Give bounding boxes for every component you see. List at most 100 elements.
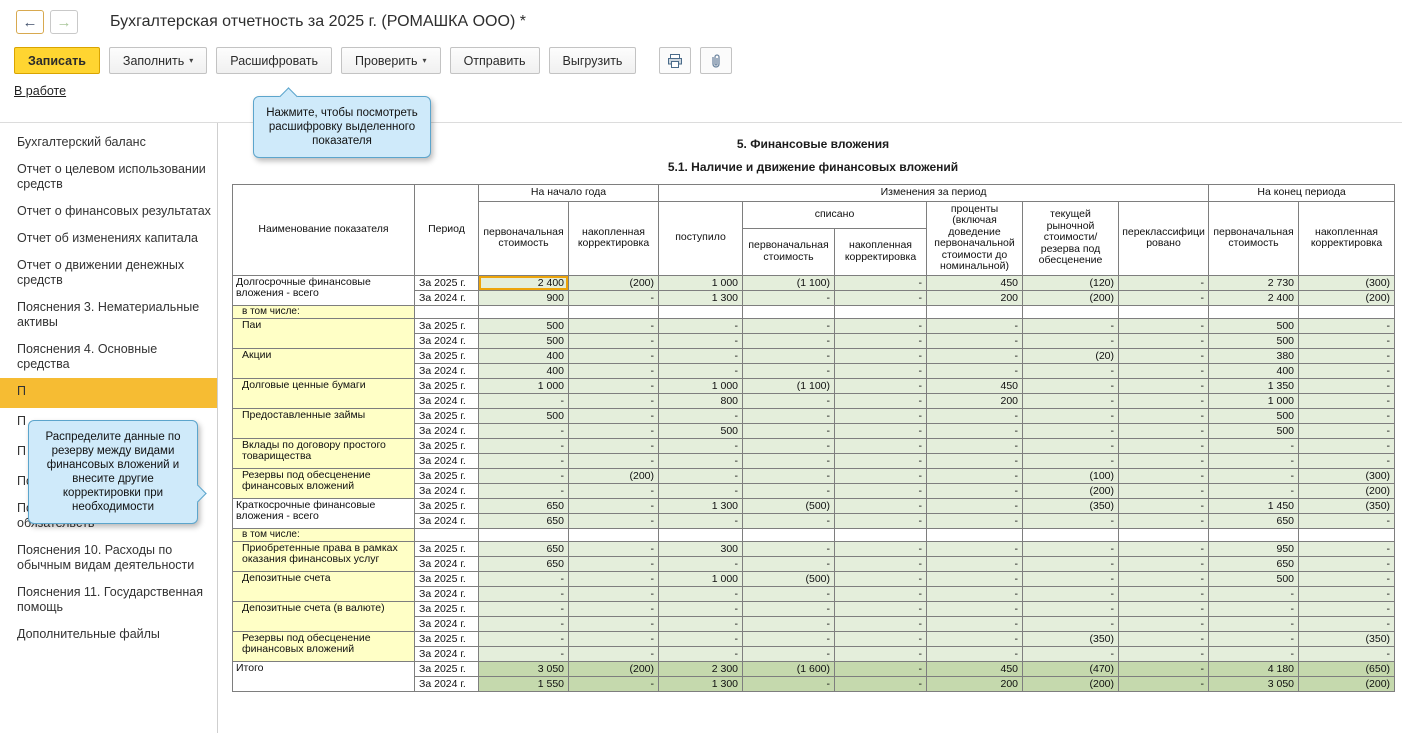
value-cell[interactable]: - (835, 393, 927, 408)
value-cell[interactable]: - (835, 616, 927, 631)
value-cell[interactable]: 2 400 (1209, 290, 1299, 305)
value-cell[interactable]: - (659, 483, 743, 498)
value-cell[interactable]: 650 (479, 556, 569, 571)
print-button[interactable] (659, 47, 691, 74)
value-cell[interactable]: 650 (479, 513, 569, 528)
value-cell[interactable]: - (743, 468, 835, 483)
value-cell[interactable]: 500 (1209, 423, 1299, 438)
value-cell[interactable]: - (743, 453, 835, 468)
value-cell[interactable]: - (835, 631, 927, 646)
period-cell[interactable]: За 2025 г. (415, 318, 479, 333)
value-cell[interactable]: (350) (1023, 498, 1119, 513)
value-cell[interactable]: (200) (1299, 290, 1395, 305)
value-cell[interactable]: - (743, 333, 835, 348)
period-cell[interactable]: За 2025 г. (415, 541, 479, 556)
value-cell[interactable]: - (743, 646, 835, 661)
value-cell[interactable]: - (743, 438, 835, 453)
value-cell[interactable]: - (1023, 408, 1119, 423)
value-cell[interactable]: - (927, 646, 1023, 661)
value-cell[interactable]: 1 300 (659, 290, 743, 305)
value-cell[interactable]: - (659, 468, 743, 483)
sidebar-item[interactable]: Дополнительные файлы (0, 621, 217, 648)
period-cell[interactable]: За 2025 г. (415, 408, 479, 423)
value-cell[interactable]: - (1299, 453, 1395, 468)
value-cell[interactable]: 300 (659, 541, 743, 556)
value-cell[interactable]: 3 050 (1209, 676, 1299, 691)
value-cell[interactable]: - (1119, 586, 1209, 601)
value-cell[interactable]: (20) (1023, 348, 1119, 363)
value-cell[interactable]: 1 000 (659, 571, 743, 586)
status-link[interactable]: В работе (14, 84, 66, 98)
value-cell[interactable]: - (1299, 616, 1395, 631)
value-cell[interactable]: - (927, 586, 1023, 601)
export-button[interactable]: Выгрузить (549, 47, 637, 74)
value-cell[interactable]: 1 300 (659, 676, 743, 691)
value-cell[interactable]: - (1119, 616, 1209, 631)
value-cell[interactable]: - (1209, 616, 1299, 631)
value-cell[interactable]: - (927, 333, 1023, 348)
value-cell[interactable]: - (1023, 586, 1119, 601)
value-cell[interactable]: - (659, 631, 743, 646)
value-cell[interactable]: - (1299, 318, 1395, 333)
value-cell[interactable]: - (1299, 408, 1395, 423)
value-cell[interactable]: - (927, 318, 1023, 333)
value-cell[interactable]: - (1119, 556, 1209, 571)
period-cell[interactable]: За 2024 г. (415, 393, 479, 408)
value-cell[interactable]: - (569, 556, 659, 571)
value-cell[interactable]: - (835, 318, 927, 333)
value-cell[interactable]: - (1209, 438, 1299, 453)
value-cell[interactable]: 500 (1209, 318, 1299, 333)
value-cell[interactable]: - (1119, 541, 1209, 556)
value-cell[interactable]: - (569, 483, 659, 498)
value-cell[interactable]: - (835, 468, 927, 483)
value-cell[interactable]: 1 550 (479, 676, 569, 691)
value-cell[interactable]: - (927, 423, 1023, 438)
value-cell[interactable]: - (835, 676, 927, 691)
period-cell[interactable]: За 2025 г. (415, 348, 479, 363)
value-cell[interactable]: - (927, 363, 1023, 378)
value-cell[interactable]: - (927, 571, 1023, 586)
value-cell[interactable]: - (659, 408, 743, 423)
value-cell[interactable]: - (569, 631, 659, 646)
value-cell[interactable]: 650 (1209, 556, 1299, 571)
period-cell[interactable]: За 2024 г. (415, 556, 479, 571)
value-cell[interactable]: 400 (479, 348, 569, 363)
value-cell[interactable]: - (569, 318, 659, 333)
value-cell[interactable]: - (1299, 348, 1395, 363)
period-cell[interactable]: За 2024 г. (415, 616, 479, 631)
send-button[interactable]: Отправить (450, 47, 540, 74)
value-cell[interactable]: - (479, 438, 569, 453)
value-cell[interactable]: (200) (569, 275, 659, 290)
value-cell[interactable]: - (479, 468, 569, 483)
value-cell[interactable]: - (743, 586, 835, 601)
value-cell[interactable]: - (569, 586, 659, 601)
value-cell[interactable]: - (1299, 586, 1395, 601)
value-cell[interactable]: - (479, 616, 569, 631)
value-cell[interactable]: - (743, 393, 835, 408)
value-cell[interactable]: (300) (1299, 275, 1395, 290)
value-cell[interactable]: - (743, 601, 835, 616)
value-cell[interactable]: - (479, 483, 569, 498)
value-cell[interactable]: (200) (569, 468, 659, 483)
value-cell[interactable]: (650) (1299, 661, 1395, 676)
value-cell[interactable]: - (1299, 378, 1395, 393)
value-cell[interactable]: 500 (479, 333, 569, 348)
period-cell[interactable]: За 2024 г. (415, 290, 479, 305)
value-cell[interactable]: - (743, 290, 835, 305)
value-cell[interactable]: - (1209, 601, 1299, 616)
value-cell[interactable]: - (927, 498, 1023, 513)
value-cell[interactable]: - (1119, 513, 1209, 528)
sidebar-item[interactable]: Бухгалтерский баланс (0, 129, 217, 156)
value-cell[interactable]: (300) (1299, 468, 1395, 483)
save-button[interactable]: Записать (14, 47, 100, 74)
value-cell[interactable]: - (659, 438, 743, 453)
check-button[interactable]: Проверить ▾ (341, 47, 441, 74)
value-cell[interactable]: 500 (1209, 571, 1299, 586)
value-cell[interactable]: - (1119, 661, 1209, 676)
value-cell[interactable]: - (1209, 483, 1299, 498)
value-cell[interactable]: - (1119, 676, 1209, 691)
value-cell[interactable]: - (1023, 556, 1119, 571)
value-cell[interactable]: - (1023, 363, 1119, 378)
value-cell[interactable]: - (569, 601, 659, 616)
value-cell[interactable]: 1 300 (659, 498, 743, 513)
